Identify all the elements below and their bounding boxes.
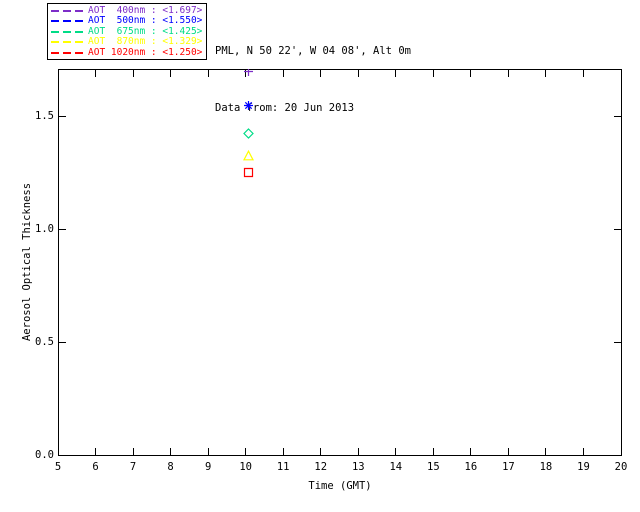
y-tick-1.5 <box>59 116 66 117</box>
y-tick-0.0 <box>59 455 66 456</box>
x-tick-13 <box>358 448 359 455</box>
x-tick-top-12 <box>320 70 321 77</box>
x-tick-19 <box>583 448 584 455</box>
legend-item-aot-1020nm: AOT 1020nm : <1.250> <box>51 48 203 58</box>
legend-label-aot-870nm: AOT 870nm : <1.329> <box>88 37 202 47</box>
x-tick-12 <box>320 448 321 455</box>
legend-dash-aot-675nm <box>51 31 84 33</box>
y-tick-right-1.0 <box>614 229 621 230</box>
x-tick-10 <box>245 448 246 455</box>
x-tick-label-6: 6 <box>81 461 111 473</box>
y-tick-right-0.0 <box>614 455 621 456</box>
x-tick-top-7 <box>133 70 134 77</box>
legend-dash-aot-870nm <box>51 41 84 43</box>
plot-frame <box>58 69 622 456</box>
legend-label-aot-500nm: AOT 500nm : <1.550> <box>88 16 202 26</box>
y-axis-title: Aerosol Optical Thickness <box>21 183 33 341</box>
x-tick-top-14 <box>395 70 396 77</box>
legend-label-aot-1020nm: AOT 1020nm : <1.250> <box>88 48 202 58</box>
station-info: PML, N 50 22', W 04 08', Alt 0m <box>215 42 411 61</box>
x-tick-label-15: 15 <box>418 461 448 473</box>
x-tick-9 <box>208 448 209 455</box>
x-tick-label-18: 18 <box>531 461 561 473</box>
x-tick-label-20: 20 <box>606 461 636 473</box>
x-tick-18 <box>545 448 546 455</box>
x-tick-label-11: 11 <box>268 461 298 473</box>
legend-item-aot-400nm: AOT 400nm : <1.697> <box>51 6 203 16</box>
x-tick-label-5: 5 <box>43 461 73 473</box>
x-tick-label-14: 14 <box>381 461 411 473</box>
x-tick-16 <box>470 448 471 455</box>
legend-item-aot-675nm: AOT 675nm : <1.425> <box>51 27 203 37</box>
x-tick-6 <box>95 448 96 455</box>
y-tick-right-1.5 <box>614 116 621 117</box>
legend-label-aot-400nm: AOT 400nm : <1.697> <box>88 6 202 16</box>
x-tick-label-9: 9 <box>193 461 223 473</box>
x-tick-top-13 <box>358 70 359 77</box>
y-tick-label-0.0: 0.0 <box>20 449 54 461</box>
x-tick-label-8: 8 <box>156 461 186 473</box>
x-tick-label-10: 10 <box>231 461 261 473</box>
x-tick-top-6 <box>95 70 96 77</box>
x-tick-8 <box>170 448 171 455</box>
y-tick-1.0 <box>59 229 66 230</box>
x-tick-top-16 <box>470 70 471 77</box>
x-tick-label-17: 17 <box>493 461 523 473</box>
x-tick-label-12: 12 <box>306 461 336 473</box>
x-tick-top-9 <box>208 70 209 77</box>
x-tick-top-8 <box>170 70 171 77</box>
legend-dash-aot-1020nm <box>51 52 84 54</box>
x-tick-label-19: 19 <box>568 461 598 473</box>
x-tick-17 <box>508 448 509 455</box>
x-tick-7 <box>133 448 134 455</box>
y-tick-label-1.5: 1.5 <box>20 110 54 122</box>
x-tick-top-18 <box>545 70 546 77</box>
x-tick-15 <box>433 448 434 455</box>
legend: AOT 400nm : <1.697>AOT 500nm : <1.550>AO… <box>47 3 207 60</box>
legend-item-aot-500nm: AOT 500nm : <1.550> <box>51 16 203 26</box>
x-tick-top-20 <box>621 70 622 77</box>
x-tick-label-7: 7 <box>118 461 148 473</box>
x-tick-top-15 <box>433 70 434 77</box>
x-tick-top-5 <box>58 70 59 77</box>
y-tick-right-0.5 <box>614 342 621 343</box>
legend-item-aot-870nm: AOT 870nm : <1.329> <box>51 37 203 47</box>
y-tick-0.5 <box>59 342 66 343</box>
x-tick-top-17 <box>508 70 509 77</box>
x-axis-title: Time (GMT) <box>240 480 440 492</box>
x-tick-14 <box>395 448 396 455</box>
x-tick-label-16: 16 <box>456 461 486 473</box>
legend-dash-aot-500nm <box>51 20 84 22</box>
legend-dash-aot-400nm <box>51 10 84 12</box>
x-tick-11 <box>283 448 284 455</box>
x-tick-top-11 <box>283 70 284 77</box>
x-tick-top-10 <box>245 70 246 77</box>
x-tick-top-19 <box>583 70 584 77</box>
aot-plot: AOT 400nm : <1.697>AOT 500nm : <1.550>AO… <box>0 0 640 512</box>
legend-label-aot-675nm: AOT 675nm : <1.425> <box>88 27 202 37</box>
x-tick-label-13: 13 <box>343 461 373 473</box>
